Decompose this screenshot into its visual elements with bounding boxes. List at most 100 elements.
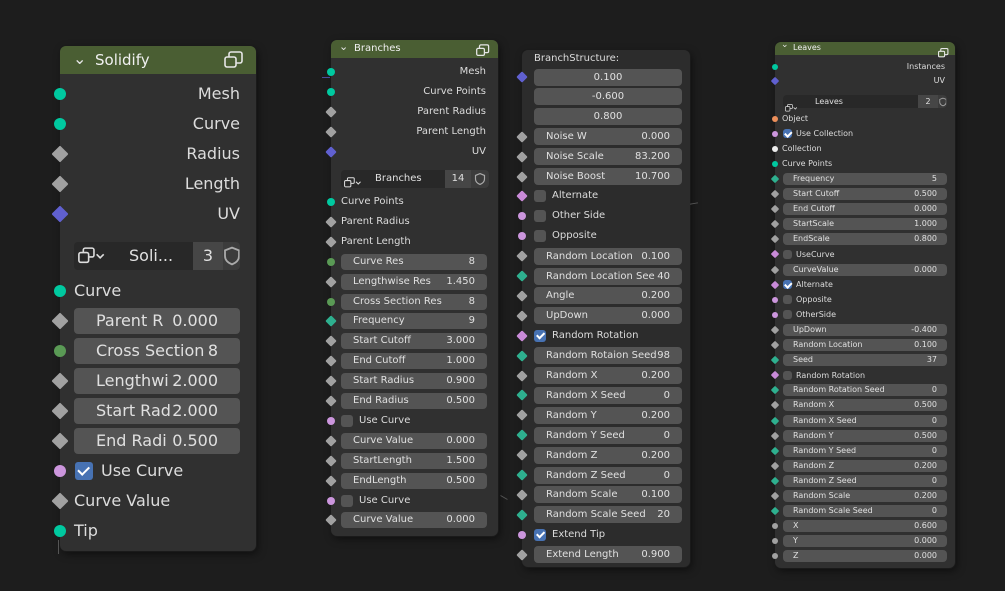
input-socket[interactable]: [516, 548, 528, 561]
value-field[interactable]: StartScale 1.000: [783, 218, 947, 231]
branch-structure-panel[interactable]: 0.100 -0.600 0.800 Noise W 0.000 Noise Scale 8…: [516, 50, 690, 567]
leaves-node-header[interactable]: ⌄ Leaves: [775, 40, 955, 58]
value-field[interactable]: Start Radius 0.900: [341, 373, 487, 390]
input-socket[interactable]: [327, 297, 335, 306]
node-group-selector[interactable]: Soli... 3: [74, 242, 240, 270]
input-socket[interactable]: [516, 349, 528, 362]
value-field[interactable]: Random Y Seed 0: [534, 426, 682, 444]
output-socket[interactable]: [772, 63, 778, 70]
input-socket[interactable]: [54, 285, 66, 297]
input-socket[interactable]: [770, 491, 780, 501]
node-tree-browse-icon[interactable]: [343, 173, 361, 192]
value-field[interactable]: Curve Value 0.000: [341, 432, 487, 449]
node-group-icon[interactable]: [476, 42, 490, 61]
input-socket[interactable]: [516, 429, 528, 441]
input-socket[interactable]: [54, 345, 66, 357]
input-socket[interactable]: [770, 174, 780, 184]
value-field[interactable]: Random Rotaion Seed 98: [534, 347, 682, 365]
branches-node[interactable]: ⌄ Branches Mesh Curve Points Parent Radius…: [325, 40, 498, 536]
input-socket[interactable]: [516, 290, 528, 302]
input-socket[interactable]: [325, 216, 337, 228]
input-socket[interactable]: [516, 190, 528, 203]
value-field[interactable]: Random X Seed 0: [534, 386, 682, 404]
value-field[interactable]: StartLength 1.500: [341, 452, 487, 469]
vector-component-field[interactable]: 0.100: [534, 68, 682, 86]
input-socket[interactable]: [516, 449, 528, 461]
value-field[interactable]: Random X 0.200: [534, 367, 682, 384]
value-field[interactable]: Start Cutoff 0.500: [783, 188, 947, 200]
input-socket[interactable]: [516, 369, 528, 382]
value-field[interactable]: Curve Res 8: [341, 253, 487, 270]
input-socket[interactable]: [516, 270, 528, 282]
input-socket[interactable]: [51, 312, 69, 330]
value-field[interactable]: Random Scale Seed 20: [534, 506, 682, 524]
input-socket[interactable]: [325, 275, 337, 288]
node-group-selector[interactable]: Leaves 2: [783, 95, 947, 112]
collapse-chevron-icon[interactable]: ⌄: [339, 40, 348, 53]
value-field[interactable]: Random Z Seed 0: [534, 466, 682, 484]
input-socket[interactable]: [51, 402, 69, 420]
input-socket[interactable]: [327, 198, 335, 206]
value-field[interactable]: Random Y 0.200: [534, 406, 682, 424]
checkbox[interactable]: [341, 414, 353, 427]
output-socket[interactable]: [325, 126, 337, 138]
solidify-node-header[interactable]: ⌄ Solidify: [60, 46, 256, 74]
input-socket[interactable]: [51, 432, 69, 450]
input-socket[interactable]: [516, 71, 528, 83]
input-socket[interactable]: [325, 335, 337, 347]
input-socket[interactable]: [516, 250, 528, 262]
input-socket[interactable]: [772, 115, 778, 122]
checkbox[interactable]: [783, 129, 792, 139]
input-socket[interactable]: [325, 355, 337, 367]
fake-user-shield-icon[interactable]: [223, 242, 240, 270]
input-socket[interactable]: [770, 325, 780, 335]
value-field[interactable]: Cross Section 8: [74, 338, 240, 364]
input-socket[interactable]: [516, 170, 528, 183]
input-socket[interactable]: [518, 212, 526, 221]
node-group-name[interactable]: Leaves: [815, 95, 843, 108]
checkbox[interactable]: [783, 249, 792, 259]
value-field[interactable]: CurveValue 0.000: [783, 263, 947, 276]
value-field[interactable]: Extend Length 0.900: [534, 546, 682, 564]
value-field[interactable]: Cross Section Res 8: [341, 293, 487, 310]
fake-user-shield-icon[interactable]: [938, 95, 947, 108]
value-field[interactable]: Frequency 9: [341, 313, 487, 330]
input-socket[interactable]: [770, 370, 780, 380]
value-field[interactable]: Start Rad 2.000: [74, 398, 240, 424]
input-socket[interactable]: [516, 131, 528, 143]
input-socket[interactable]: [327, 496, 335, 505]
input-socket[interactable]: [772, 553, 778, 560]
value-field[interactable]: Random Z 0.200: [783, 459, 947, 472]
value-field[interactable]: UpDown 0.000: [534, 307, 682, 325]
checkbox[interactable]: [783, 280, 792, 290]
value-field[interactable]: Random Scale 0.100: [534, 486, 682, 504]
output-socket[interactable]: [327, 68, 335, 76]
checkbox[interactable]: [534, 230, 546, 243]
value-field[interactable]: Random Y 0.500: [783, 429, 947, 442]
input-socket[interactable]: [772, 311, 778, 318]
node-group-name[interactable]: Soli...: [129, 242, 173, 270]
value-field[interactable]: UpDown -0.400: [783, 323, 947, 336]
input-socket[interactable]: [518, 232, 526, 241]
input-socket[interactable]: [516, 150, 528, 163]
value-field[interactable]: Random Z 0.200: [534, 446, 682, 464]
node-group-name[interactable]: Branches: [375, 170, 422, 188]
output-socket[interactable]: [51, 205, 69, 223]
value-field[interactable]: Random X Seed 0: [783, 414, 947, 427]
value-field[interactable]: End Cutoff 1.000: [341, 353, 487, 370]
input-socket[interactable]: [770, 280, 780, 289]
input-socket[interactable]: [770, 401, 780, 410]
value-field[interactable]: X 0.600: [783, 520, 947, 533]
value-field[interactable]: Frequency 5: [783, 172, 947, 185]
input-socket[interactable]: [772, 296, 778, 303]
input-socket[interactable]: [772, 130, 778, 137]
checkbox[interactable]: [783, 295, 792, 305]
input-socket[interactable]: [325, 474, 337, 487]
input-socket[interactable]: [516, 509, 528, 521]
checkbox[interactable]: [534, 190, 546, 203]
input-socket[interactable]: [770, 265, 780, 274]
node-tree-browse-icon[interactable]: [78, 247, 105, 269]
input-socket[interactable]: [325, 435, 337, 447]
collapse-chevron-icon[interactable]: ⌄: [73, 49, 86, 68]
input-socket[interactable]: [516, 469, 528, 481]
